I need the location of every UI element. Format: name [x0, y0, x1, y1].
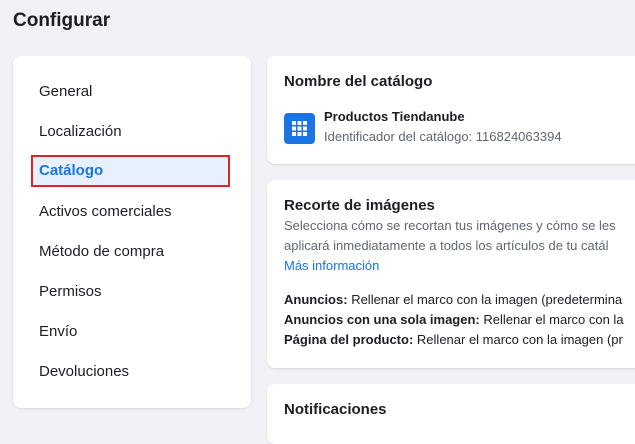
- sidebar-item-envio[interactable]: Envío: [39, 322, 77, 342]
- grid-icon: [284, 113, 315, 144]
- crop-setting-single-image-ads: Anuncios con una sola imagen: Rellenar e…: [284, 310, 624, 330]
- notifications-title: Notificaciones: [284, 401, 387, 418]
- crop-setting-value: Rellenar el marco con la imagen (predete…: [351, 292, 623, 307]
- sidebar-item-metodo-de-compra[interactable]: Método de compra: [39, 242, 164, 262]
- crop-setting-label: Anuncios con una sola imagen:: [284, 312, 480, 327]
- crop-setting-label: Anuncios:: [284, 292, 348, 307]
- catalog-name-card: Nombre del catálogo Productos Tiendanube…: [267, 56, 635, 164]
- crop-setting-value: Rellenar el marco con la imagen (pr: [416, 332, 623, 347]
- crop-setting-value: Rellenar el marco con la: [483, 312, 624, 327]
- sidebar-item-general[interactable]: General: [39, 82, 92, 102]
- image-crop-title: Recorte de imágenes: [284, 197, 435, 214]
- more-info-link[interactable]: Más información: [284, 258, 379, 273]
- page-title: Configurar: [13, 10, 111, 31]
- crop-setting-ads: Anuncios: Rellenar el marco con la image…: [284, 290, 622, 310]
- crop-setting-label: Página del producto:: [284, 332, 414, 347]
- catalog-id: Identificador del catálogo: 116824063394: [324, 129, 562, 144]
- image-crop-description-line2: aplicará inmediatamente a todos los artí…: [284, 238, 609, 253]
- settings-sidebar: General Localización Catálogo Activos co…: [13, 56, 251, 408]
- sidebar-item-devoluciones[interactable]: Devoluciones: [39, 362, 129, 382]
- sidebar-item-permisos[interactable]: Permisos: [39, 282, 102, 302]
- notifications-card: Notificaciones: [267, 384, 635, 444]
- catalog-name-title: Nombre del catálogo: [284, 73, 433, 90]
- image-crop-card: Recorte de imágenes Selecciona cómo se r…: [267, 180, 635, 368]
- crop-setting-product-page: Página del producto: Rellenar el marco c…: [284, 330, 623, 350]
- sidebar-item-localizacion[interactable]: Localización: [39, 122, 122, 142]
- sidebar-item-activos-comerciales[interactable]: Activos comerciales: [39, 202, 172, 222]
- image-crop-description-line1: Selecciona cómo se recortan tus imágenes…: [284, 218, 616, 233]
- catalog-name: Productos Tiendanube: [324, 109, 465, 124]
- sidebar-item-catalogo[interactable]: Catálogo: [31, 155, 230, 187]
